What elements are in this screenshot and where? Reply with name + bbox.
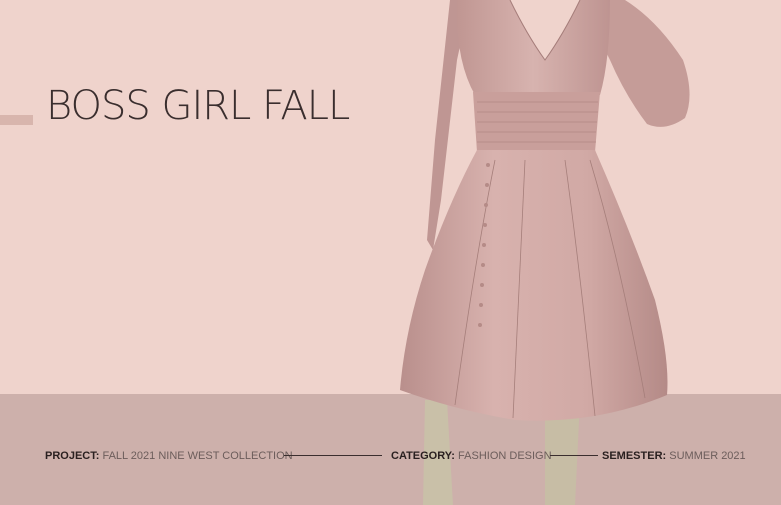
dress-model-image (400, 0, 690, 505)
semester-value: SUMMER 2021 (669, 450, 746, 462)
category-value: FASHION DESIGN (458, 450, 552, 462)
divider-line-1 (284, 455, 382, 456)
project-label: PROJECT: (45, 450, 100, 462)
project-info: PROJECT: FALL 2021 NINE WEST COLLECTION (45, 449, 293, 463)
title-accent-bar (0, 115, 33, 125)
page-title: BOSS GIRL FALL (46, 83, 350, 129)
semester-info: SEMESTER: SUMMER 2021 (602, 449, 746, 463)
divider-line-2 (550, 455, 598, 456)
project-value: FALL 2021 NINE WEST COLLECTION (102, 450, 293, 462)
category-label: CATEGORY: (391, 450, 455, 462)
semester-label: SEMESTER: (602, 450, 667, 462)
category-info: CATEGORY: FASHION DESIGN (391, 449, 552, 463)
